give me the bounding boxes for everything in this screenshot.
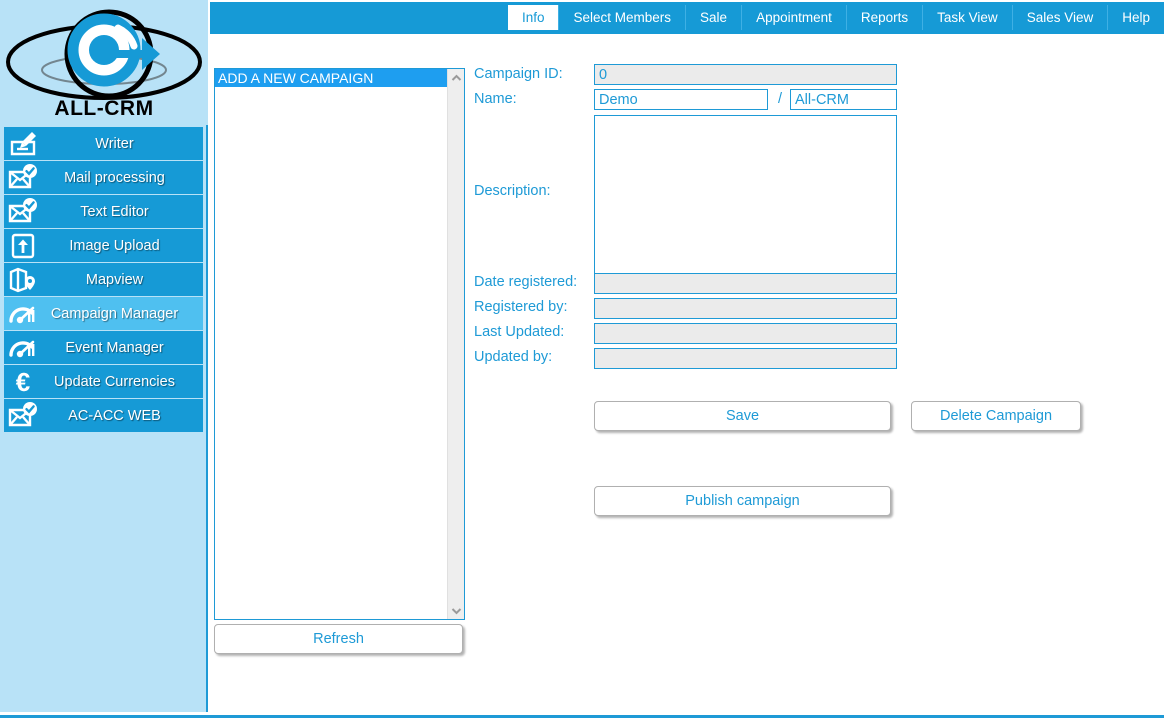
publish-campaign-button[interactable]: Publish campaign xyxy=(594,486,891,516)
tab-sales-view[interactable]: Sales View xyxy=(1011,5,1108,30)
brand-name-field[interactable] xyxy=(790,89,897,110)
sidebar-item-mapview[interactable]: Mapview xyxy=(4,263,203,297)
last-updated-label: Last Updated: xyxy=(474,324,565,340)
delete-campaign-button[interactable]: Delete Campaign xyxy=(911,401,1081,431)
sidebar-item-writer[interactable]: Writer xyxy=(4,127,203,161)
sidebar-item-update-currencies[interactable]: € Update Currencies xyxy=(4,365,203,399)
gauge-icon xyxy=(8,299,38,329)
mail-check-icon xyxy=(8,197,38,227)
tab-reports[interactable]: Reports xyxy=(845,5,922,30)
updated-by-label: Updated by: xyxy=(474,349,553,365)
euro-icon: € xyxy=(8,367,38,397)
date-registered-field[interactable] xyxy=(594,273,897,294)
tab-info[interactable]: Info xyxy=(507,5,559,30)
tab-appointment[interactable]: Appointment xyxy=(741,5,846,30)
refresh-button[interactable]: Refresh xyxy=(214,624,463,654)
sidebar-item-image-upload[interactable]: Image Upload xyxy=(4,229,203,263)
sidebar-menu: Writer Mail processing Text Editor Image Up… xyxy=(4,127,203,433)
description-label: Description: xyxy=(474,183,551,199)
campaign-list-options: ADD A NEW CAMPAIGN xyxy=(215,69,447,619)
campaign-name-field[interactable] xyxy=(594,89,768,110)
mail-check-icon xyxy=(8,163,38,193)
app-logo: ALL-CRM xyxy=(0,0,208,125)
updated-by-field[interactable] xyxy=(594,348,897,369)
svg-text:€: € xyxy=(16,367,30,397)
tab-strip: Info Select Members Sale Appointment Reports… xyxy=(507,5,1164,33)
registered-by-field[interactable] xyxy=(594,298,897,319)
sidebar-item-event-manager[interactable]: Event Manager xyxy=(4,331,203,365)
logo-text: ALL-CRM xyxy=(54,97,154,120)
map-pin-icon xyxy=(8,265,38,295)
last-updated-field[interactable] xyxy=(594,323,897,344)
tab-task-view[interactable]: Task View xyxy=(922,5,1012,30)
upload-arrow-icon xyxy=(8,231,38,261)
top-navigation-bar: Info Select Members Sale Appointment Reports… xyxy=(210,0,1164,34)
campaign-id-field[interactable] xyxy=(594,64,897,85)
campaign-id-label: Campaign ID: xyxy=(474,66,563,82)
registered-by-label: Registered by: xyxy=(474,299,568,315)
chevron-down-icon[interactable] xyxy=(448,602,464,619)
name-label: Name: xyxy=(474,91,517,107)
gauge-icon xyxy=(8,333,38,363)
mail-check-icon xyxy=(8,401,38,431)
campaign-list-scrollbar[interactable] xyxy=(447,69,464,619)
tab-select-members[interactable]: Select Members xyxy=(558,5,685,30)
sidebar-item-ac-acc-web[interactable]: AC-ACC WEB xyxy=(4,399,203,433)
sidebar-item-text-editor[interactable]: Text Editor xyxy=(4,195,203,229)
tab-sale[interactable]: Sale xyxy=(685,5,741,30)
tab-help[interactable]: Help xyxy=(1107,5,1164,30)
sidebar-item-campaign-manager[interactable]: Campaign Manager xyxy=(4,297,203,331)
sidebar-item-mail-processing[interactable]: Mail processing xyxy=(4,161,203,195)
save-button[interactable]: Save xyxy=(594,401,891,431)
campaign-listbox[interactable]: ADD A NEW CAMPAIGN xyxy=(214,68,465,620)
date-registered-label: Date registered: xyxy=(474,274,578,290)
chevron-up-icon[interactable] xyxy=(448,69,464,86)
writer-pencil-icon xyxy=(8,129,38,159)
sidebar: ALL-CRM Writer Mail processing Text Editor… xyxy=(0,0,208,712)
name-separator: / xyxy=(778,91,783,107)
content-area: Campaigns: ADD A NEW CAMPAIGN Refresh Ca… xyxy=(210,34,1164,715)
list-item[interactable]: ADD A NEW CAMPAIGN xyxy=(215,69,447,87)
description-textarea[interactable] xyxy=(594,115,897,286)
application-window: ALL-CRM Writer Mail processing Text Editor… xyxy=(0,0,1164,718)
